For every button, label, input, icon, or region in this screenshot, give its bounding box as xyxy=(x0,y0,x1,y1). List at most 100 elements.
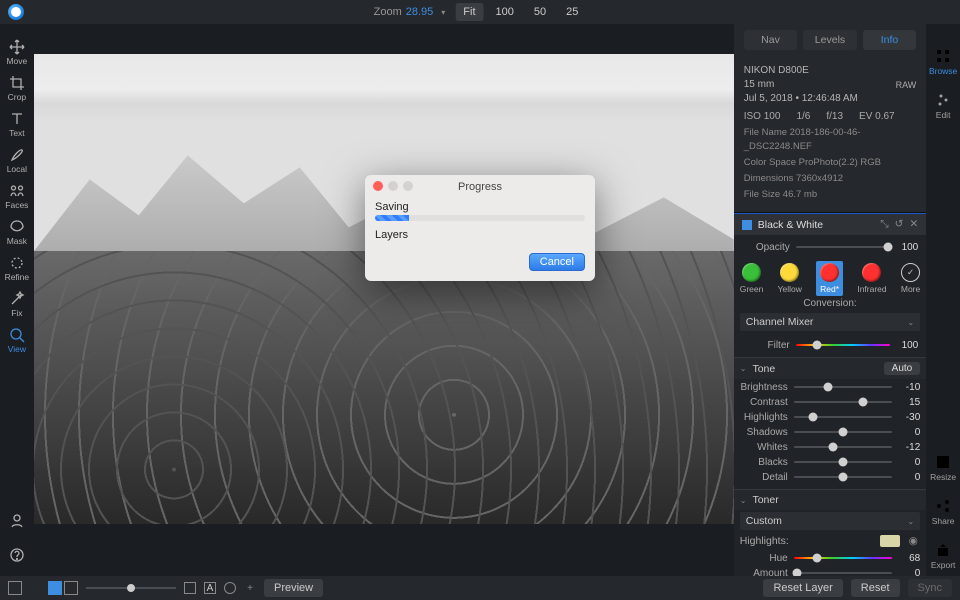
export-icon xyxy=(935,542,951,558)
tool-crop[interactable]: Crop xyxy=(2,72,32,106)
bb-a-button[interactable]: A xyxy=(204,582,216,594)
sync-button[interactable]: Sync xyxy=(908,579,952,597)
image-canvas[interactable] xyxy=(34,54,734,524)
zoom-value[interactable]: 28.95 xyxy=(406,6,434,18)
zoom-dropdown-icon[interactable]: ▾ xyxy=(441,8,445,17)
view-compare-b-button[interactable] xyxy=(64,581,78,595)
tone-brightness-slider[interactable]: Brightness-10 xyxy=(740,381,921,393)
right-panel: NavLevels Info NIKON D800E 15 mm RAW Jul … xyxy=(734,24,927,576)
info-filesize: File Size 46.7 mb xyxy=(744,188,917,202)
view-compare-a-button[interactable] xyxy=(48,581,62,595)
rail-share[interactable]: Share xyxy=(932,492,955,532)
tone-blacks-slider[interactable]: Blacks 0 xyxy=(740,456,921,468)
tone-highlights-slider[interactable]: Highlights-30 xyxy=(740,411,921,423)
canvas-area[interactable] xyxy=(34,24,734,576)
swatch-more[interactable]: ✓More xyxy=(901,263,920,294)
dialog-section-layers: Layers xyxy=(375,229,585,241)
dialog-minimize-button[interactable] xyxy=(388,181,398,191)
swatch-label: Red* xyxy=(820,284,839,294)
refine-icon xyxy=(9,256,25,270)
swatch-yellow[interactable]: Yellow xyxy=(778,263,802,294)
dialog-section-saving: Saving xyxy=(375,201,585,213)
resize-icon xyxy=(935,454,951,470)
toner-hi-amount-slider[interactable]: Amount0 xyxy=(740,567,921,576)
zoom-50-button[interactable]: 50 xyxy=(526,3,554,21)
filter-expand-icon[interactable]: ⤡ xyxy=(880,218,888,231)
tone-shadows-slider[interactable]: Shadows0 xyxy=(740,426,921,438)
opacity-value: 100 xyxy=(896,242,918,253)
tone-auto-button[interactable]: Auto xyxy=(884,362,921,375)
info-filename: File Name 2018-186-00-46-_DSC2248.NEF xyxy=(744,126,917,154)
filter-reset-icon[interactable]: ↺ xyxy=(895,218,904,231)
bottom-toolbar: A + Preview Reset Layer Reset Sync xyxy=(0,576,960,600)
rail-export[interactable]: Export xyxy=(931,536,956,576)
dialog-cancel-button[interactable]: Cancel xyxy=(529,253,585,271)
toner-highlights-chip[interactable] xyxy=(880,535,900,547)
slider-label: Blacks xyxy=(740,457,788,468)
tool-mask[interactable]: Mask xyxy=(2,216,32,250)
panel-tab-nav[interactable]: Nav xyxy=(744,30,798,50)
zoom-fit-button[interactable]: Fit xyxy=(455,3,483,21)
swatch-green[interactable]: Green xyxy=(740,263,764,294)
tool-text[interactable]: Text xyxy=(2,108,32,142)
slider-label: Hue xyxy=(740,553,788,564)
tool-label: Refine xyxy=(5,272,30,282)
grid-icon xyxy=(935,48,951,64)
tone-detail-slider[interactable]: Detail0 xyxy=(740,471,921,483)
filter-header[interactable]: Black & White ⤡ ↺ ✕ xyxy=(734,213,927,235)
info-ev: EV 0.67 xyxy=(859,110,895,124)
conversion-dropdown[interactable]: Channel Mixer ⌄ xyxy=(740,313,921,331)
tool-faces[interactable]: Faces xyxy=(2,180,32,214)
reset-button[interactable]: Reset xyxy=(851,579,900,597)
slider-label: Contrast xyxy=(740,397,788,408)
rail-browse[interactable]: Browse xyxy=(929,42,957,82)
zoom-25-button[interactable]: 25 xyxy=(558,3,586,21)
tool-refine[interactable]: Refine xyxy=(2,252,32,286)
filter-close-icon[interactable]: ✕ xyxy=(909,218,918,231)
dialog-maximize-button[interactable] xyxy=(403,181,413,191)
bb-bg-button[interactable] xyxy=(184,582,196,594)
dialog-close-button[interactable] xyxy=(373,181,383,191)
rail-label: Export xyxy=(931,560,956,570)
tool-label: Text xyxy=(9,128,25,138)
tool-move[interactable]: Move xyxy=(2,36,32,70)
panel-tab-info[interactable]: Info xyxy=(863,30,917,50)
tool-local[interactable]: Local xyxy=(2,144,32,178)
info-panel: NIKON D800E 15 mm RAW Jul 5, 2018 • 12:4… xyxy=(734,56,927,213)
swatch-red[interactable]: Red* xyxy=(816,261,843,296)
zoom-controls: Zoom 28.95 ▾ Fit 100 50 25 xyxy=(374,3,587,21)
toner-hi-hue-slider[interactable]: Hue 68 xyxy=(740,552,921,564)
bw-filter-slider[interactable]: Filter 100 xyxy=(742,339,919,351)
color-circle xyxy=(742,263,761,282)
slider-value: 0 xyxy=(898,457,920,468)
compare-slider[interactable] xyxy=(86,587,176,589)
slider-value: 0 xyxy=(898,427,920,438)
info-shutter: 1/6 xyxy=(796,110,810,124)
reset-layer-button[interactable]: Reset Layer xyxy=(763,579,842,597)
panel-tab-levels[interactable]: Levels xyxy=(803,30,857,50)
swatch-infrared[interactable]: Infrared xyxy=(857,263,886,294)
zoom-100-button[interactable]: 100 xyxy=(488,3,522,21)
tone-whites-slider[interactable]: Whites-12 xyxy=(740,441,921,453)
progress-dialog: Progress Saving Layers Cancel xyxy=(365,175,595,281)
rail-edit[interactable]: Edit xyxy=(935,86,951,126)
bb-circle-button[interactable] xyxy=(224,582,236,594)
slider-value: 68 xyxy=(898,553,920,564)
tone-contrast-slider[interactable]: Contrast15 xyxy=(740,396,921,408)
help-icon[interactable] xyxy=(2,544,32,566)
tool-fix[interactable]: Fix xyxy=(2,288,32,322)
rail-resize[interactable]: Resize xyxy=(930,448,956,488)
toner-section-header[interactable]: ⌄ Toner xyxy=(734,489,927,510)
view-single-button[interactable] xyxy=(8,581,22,595)
visibility-icon[interactable]: ◉ xyxy=(906,535,920,547)
filter-enabled-checkbox[interactable] xyxy=(742,220,752,230)
preview-button[interactable]: Preview xyxy=(264,579,323,597)
tool-view[interactable]: View xyxy=(2,324,32,358)
opacity-slider[interactable]: Opacity 100 xyxy=(742,241,919,253)
tone-section-header[interactable]: ⌄ Tone Auto xyxy=(734,357,927,379)
tool-label: View xyxy=(8,344,26,354)
toner-preset-dropdown[interactable]: Custom ⌄ xyxy=(740,512,921,530)
account-icon[interactable] xyxy=(2,510,32,532)
bb-plus-button[interactable]: + xyxy=(244,582,256,594)
tool-label: Local xyxy=(7,164,27,174)
